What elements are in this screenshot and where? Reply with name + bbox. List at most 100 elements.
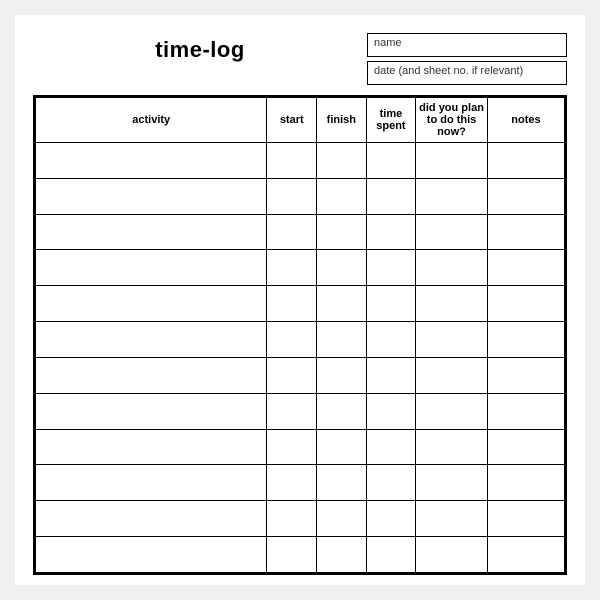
cell-activity[interactable] [36, 465, 267, 501]
cell-activity[interactable] [36, 178, 267, 214]
cell-plan[interactable] [416, 501, 488, 537]
cell-finish[interactable] [317, 501, 367, 537]
cell-start[interactable] [267, 429, 317, 465]
page-title: time-log [155, 37, 245, 63]
cell-plan[interactable] [416, 250, 488, 286]
cell-activity[interactable] [36, 429, 267, 465]
header-start: start [267, 98, 317, 143]
header: time-log name date (and sheet no. if rel… [33, 33, 567, 85]
cell-start[interactable] [267, 250, 317, 286]
table-row [36, 178, 565, 214]
cell-start[interactable] [267, 143, 317, 179]
table-row [36, 537, 565, 573]
cell-start[interactable] [267, 537, 317, 573]
cell-notes[interactable] [487, 322, 564, 358]
cell-activity[interactable] [36, 322, 267, 358]
cell-time-spent[interactable] [366, 465, 416, 501]
cell-time-spent[interactable] [366, 322, 416, 358]
cell-notes[interactable] [487, 214, 564, 250]
cell-notes[interactable] [487, 393, 564, 429]
cell-finish[interactable] [317, 286, 367, 322]
cell-finish[interactable] [317, 465, 367, 501]
header-finish: finish [317, 98, 367, 143]
cell-start[interactable] [267, 286, 317, 322]
cell-notes[interactable] [487, 501, 564, 537]
cell-activity[interactable] [36, 357, 267, 393]
cell-finish[interactable] [317, 357, 367, 393]
cell-finish[interactable] [317, 429, 367, 465]
cell-notes[interactable] [487, 537, 564, 573]
cell-plan[interactable] [416, 178, 488, 214]
table-row [36, 465, 565, 501]
table-row [36, 357, 565, 393]
cell-start[interactable] [267, 501, 317, 537]
cell-time-spent[interactable] [366, 214, 416, 250]
cell-plan[interactable] [416, 143, 488, 179]
cell-finish[interactable] [317, 143, 367, 179]
cell-notes[interactable] [487, 465, 564, 501]
cell-time-spent[interactable] [366, 178, 416, 214]
table-header-row: activity start finish time spent did you… [36, 98, 565, 143]
cell-time-spent[interactable] [366, 250, 416, 286]
title-area: time-log [33, 33, 367, 63]
time-log-table: activity start finish time spent did you… [35, 97, 565, 573]
cell-notes[interactable] [487, 286, 564, 322]
cell-plan[interactable] [416, 537, 488, 573]
cell-plan[interactable] [416, 286, 488, 322]
cell-start[interactable] [267, 465, 317, 501]
date-field[interactable]: date (and sheet no. if relevant) [367, 61, 567, 85]
fields-area: name date (and sheet no. if relevant) [367, 33, 567, 85]
cell-notes[interactable] [487, 429, 564, 465]
cell-notes[interactable] [487, 143, 564, 179]
cell-time-spent[interactable] [366, 501, 416, 537]
cell-time-spent[interactable] [366, 357, 416, 393]
header-activity: activity [36, 98, 267, 143]
cell-activity[interactable] [36, 214, 267, 250]
cell-plan[interactable] [416, 429, 488, 465]
header-plan-to-do: did you plan to do this now? [416, 98, 488, 143]
cell-plan[interactable] [416, 357, 488, 393]
cell-finish[interactable] [317, 178, 367, 214]
cell-finish[interactable] [317, 393, 367, 429]
table-row [36, 501, 565, 537]
cell-notes[interactable] [487, 250, 564, 286]
cell-activity[interactable] [36, 286, 267, 322]
table-row [36, 250, 565, 286]
name-field[interactable]: name [367, 33, 567, 57]
cell-notes[interactable] [487, 178, 564, 214]
cell-plan[interactable] [416, 393, 488, 429]
cell-activity[interactable] [36, 250, 267, 286]
table-row [36, 286, 565, 322]
table-row [36, 214, 565, 250]
cell-finish[interactable] [317, 537, 367, 573]
cell-start[interactable] [267, 357, 317, 393]
cell-finish[interactable] [317, 250, 367, 286]
table-row [36, 143, 565, 179]
cell-activity[interactable] [36, 143, 267, 179]
cell-time-spent[interactable] [366, 143, 416, 179]
page: time-log name date (and sheet no. if rel… [15, 15, 585, 585]
cell-plan[interactable] [416, 465, 488, 501]
cell-start[interactable] [267, 393, 317, 429]
table-row [36, 322, 565, 358]
cell-time-spent[interactable] [366, 429, 416, 465]
cell-plan[interactable] [416, 322, 488, 358]
table-row [36, 393, 565, 429]
cell-notes[interactable] [487, 357, 564, 393]
cell-time-spent[interactable] [366, 537, 416, 573]
cell-time-spent[interactable] [366, 286, 416, 322]
header-notes: notes [487, 98, 564, 143]
table-container: activity start finish time spent did you… [33, 95, 567, 575]
table-row [36, 429, 565, 465]
cell-start[interactable] [267, 214, 317, 250]
cell-activity[interactable] [36, 501, 267, 537]
cell-finish[interactable] [317, 322, 367, 358]
cell-time-spent[interactable] [366, 393, 416, 429]
cell-start[interactable] [267, 322, 317, 358]
cell-start[interactable] [267, 178, 317, 214]
cell-finish[interactable] [317, 214, 367, 250]
cell-plan[interactable] [416, 214, 488, 250]
cell-activity[interactable] [36, 537, 267, 573]
cell-activity[interactable] [36, 393, 267, 429]
header-time-spent: time spent [366, 98, 416, 143]
